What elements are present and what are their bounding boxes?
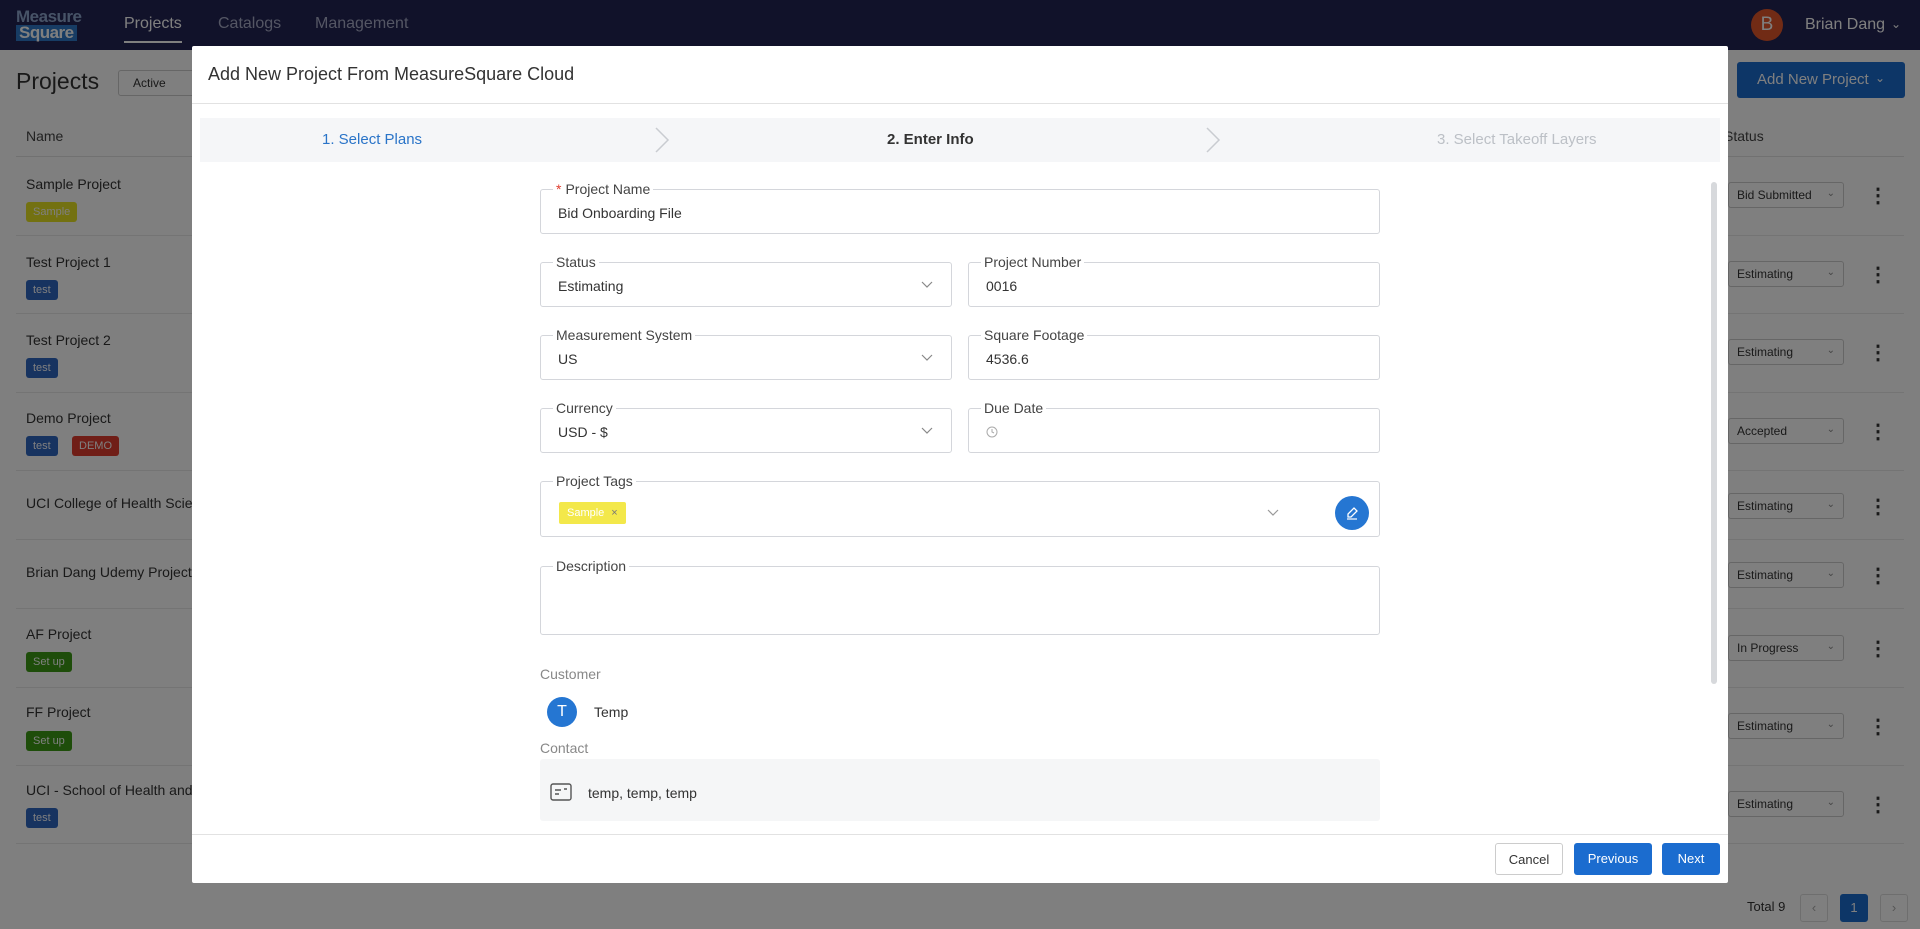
currency-label: Currency <box>553 399 616 417</box>
chevron-down-icon[interactable] <box>1267 506 1279 518</box>
step-enter-info: 2. Enter Info <box>887 131 974 148</box>
edit-tags-button[interactable] <box>1335 496 1369 530</box>
divider <box>192 834 1728 835</box>
currency-select[interactable]: Currency USD - $ <box>540 399 952 453</box>
contact-card[interactable]: temp, temp, temp <box>540 759 1380 821</box>
add-project-modal: Add New Project From MeasureSquare Cloud… <box>192 46 1728 883</box>
tag-chip: Sample × <box>559 502 626 524</box>
description-field[interactable]: Description <box>540 557 1380 635</box>
measurement-system-value: US <box>558 351 578 367</box>
close-icon[interactable]: × <box>611 507 617 519</box>
step-select-takeoff-layers: 3. Select Takeoff Layers <box>1437 131 1597 148</box>
step-select-plans[interactable]: 1. Select Plans <box>322 131 422 148</box>
project-tags-field[interactable]: Project Tags Sample × <box>540 472 1380 537</box>
modal-title: Add New Project From MeasureSquare Cloud <box>208 64 575 84</box>
status-value: Estimating <box>558 278 624 294</box>
tag-chip-label: Sample <box>567 507 605 519</box>
divider <box>192 103 1728 104</box>
contact-label: Contact <box>540 740 589 756</box>
form-scrollbar[interactable] <box>1711 182 1717 684</box>
stepper: 1. Select Plans 2. Enter Info 3. Select … <box>200 118 1720 162</box>
description-label: Description <box>553 557 630 575</box>
next-button[interactable]: Next <box>1662 843 1720 875</box>
status-select[interactable]: Status Estimating <box>540 253 952 307</box>
project-name-field[interactable]: * Project Name Bid Onboarding File <box>540 180 1380 234</box>
due-date-label: Due Date <box>981 399 1047 417</box>
clock-icon <box>986 426 998 438</box>
project-tags-label: Project Tags <box>553 472 636 490</box>
customer-avatar: T <box>547 697 577 727</box>
measurement-system-label: Measurement System <box>553 326 696 344</box>
project-number-field[interactable]: Project Number 0016 <box>968 253 1380 307</box>
chevron-down-icon <box>921 354 933 361</box>
project-name-label-text: Project Name <box>565 181 651 197</box>
edit-icon <box>1347 507 1358 520</box>
contact-card-icon <box>550 783 572 801</box>
customer-name[interactable]: Temp <box>594 704 628 720</box>
previous-button[interactable]: Previous <box>1574 843 1652 875</box>
step-arrow-icon <box>655 127 670 153</box>
customer-label: Customer <box>540 666 601 682</box>
project-number-label: Project Number <box>981 253 1085 271</box>
status-label: Status <box>553 253 599 271</box>
square-footage-label: Square Footage <box>981 326 1088 344</box>
currency-value: USD - $ <box>558 424 608 440</box>
contact-value: temp, temp, temp <box>588 785 697 801</box>
square-footage-value[interactable]: 4536.6 <box>986 351 1029 367</box>
cancel-button[interactable]: Cancel <box>1495 843 1563 875</box>
project-number-value[interactable]: 0016 <box>986 278 1017 294</box>
measurement-system-select[interactable]: Measurement System US <box>540 326 952 380</box>
project-name-value[interactable]: Bid Onboarding File <box>558 205 682 221</box>
step-arrow-icon <box>1206 127 1221 153</box>
square-footage-field[interactable]: Square Footage 4536.6 <box>968 326 1380 380</box>
chevron-down-icon <box>921 281 933 288</box>
required-marker: * <box>556 181 562 197</box>
chevron-down-icon <box>921 427 933 434</box>
project-name-label: * Project Name <box>553 180 654 198</box>
due-date-picker[interactable]: Due Date <box>968 399 1380 453</box>
